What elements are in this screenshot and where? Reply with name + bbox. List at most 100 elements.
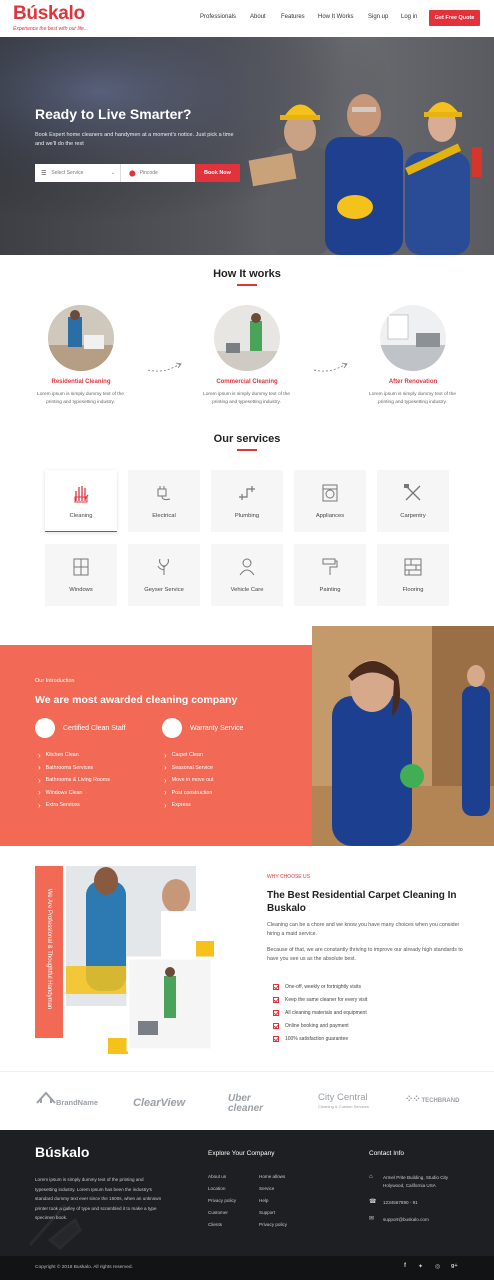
chevron-down-icon: ⌄	[110, 170, 115, 176]
footer-link[interactable]: Support	[259, 1210, 275, 1215]
list-icon: ☰	[41, 170, 47, 177]
service-vehicle-care[interactable]: Vehicle Care	[211, 544, 283, 606]
brand-logo: BrandName	[36, 1090, 98, 1109]
google-plus-icon[interactable]: g+	[451, 1263, 458, 1269]
title-underline	[237, 449, 257, 451]
service-select-label: Select Service	[51, 170, 84, 176]
service-label: Cleaning	[69, 512, 93, 519]
footer-link[interactable]: Customer	[208, 1210, 228, 1215]
why-image	[66, 866, 214, 1054]
nav-sign-up[interactable]: Sign up	[368, 14, 388, 20]
house-icon	[36, 1091, 56, 1104]
dots-icon: ⁘⁘	[405, 1094, 421, 1105]
footer-link[interactable]: Home allows	[259, 1174, 285, 1179]
footer-link[interactable]: Clients	[208, 1222, 222, 1227]
step-title: Commercial Cleaning	[216, 379, 278, 385]
location-pin-icon: ⬤	[129, 170, 136, 177]
brand-subtitle: Cleaning & Custom Services	[318, 1104, 369, 1109]
tagline: Experience the best with our life...	[13, 26, 89, 32]
intro-list-left: Kitchen Clean Bathrooms Services Bathroo…	[38, 749, 110, 812]
service-label: Appliances	[315, 513, 345, 519]
brand-logo: City Central	[318, 1092, 368, 1103]
hero-title: Ready to Live Smarter?	[35, 106, 192, 122]
why-title: The Best Residential Carpet Cleaning In …	[267, 890, 457, 914]
check-item: All cleaning materials and equipment	[273, 1006, 367, 1019]
services-title: Our services	[213, 433, 281, 445]
service-painting[interactable]: Painting	[294, 544, 366, 606]
step-image-renovation	[380, 305, 446, 371]
vertical-banner: We Are Professional & Thoughtful Handyma…	[35, 866, 63, 1038]
get-free-quote-button[interactable]: Get Free Quote	[429, 10, 480, 26]
list-item: Carpet Clean	[164, 749, 213, 762]
step-title: After Renovation	[388, 379, 438, 385]
checkbox-icon	[273, 1009, 279, 1016]
step-arrow-icon	[313, 362, 348, 372]
step-title: Residential Cleaning	[51, 379, 111, 385]
phone-icon: ☎	[369, 1199, 377, 1205]
floor-icon	[404, 558, 422, 576]
intro-section: Our Introduction We are most awarded cle…	[0, 645, 312, 846]
hero-section: Ready to Live Smarter? Book Expert home …	[0, 37, 494, 255]
instagram-icon[interactable]: ◎	[435, 1263, 440, 1270]
footer-address: Armel Prite Building, Studio City Holywo…	[383, 1175, 449, 1188]
step-desc: Lorem ipsum is simply dummy text of the …	[369, 392, 456, 405]
book-now-button[interactable]: Book Now	[195, 164, 240, 182]
service-label: Windows	[69, 587, 93, 593]
step-desc: Lorem ipsum is simply dummy text of the …	[37, 392, 124, 405]
service-label: Geyser Service	[144, 587, 184, 593]
service-appliances[interactable]: Appliances	[294, 470, 366, 532]
brand-logo: Uber cleaner	[228, 1093, 264, 1114]
service-cleaning[interactable]: Cleaning	[45, 470, 117, 532]
footer-explore-title: Explore Your Company	[208, 1150, 275, 1157]
service-carpentry[interactable]: Carpentry	[377, 470, 449, 532]
service-flooring[interactable]: Flooring	[377, 544, 449, 606]
service-label: Electrical	[152, 513, 176, 519]
nav-about[interactable]: About	[250, 14, 266, 20]
facebook-icon[interactable]: f	[404, 1263, 406, 1269]
footer-email[interactable]: support@buskalo.com	[383, 1217, 429, 1222]
service-electrical[interactable]: Electrical	[128, 470, 200, 532]
footer-link[interactable]: Privacy policy	[208, 1198, 236, 1203]
nav-how-it-works[interactable]: How It Works	[318, 14, 354, 20]
step-image-commercial	[214, 305, 280, 371]
brand-logo: ClearView	[133, 1097, 186, 1109]
site-header: Búskalo Experience the best with our lif…	[0, 0, 494, 37]
footer-phone: 1234567890 - 91	[383, 1200, 418, 1205]
list-item: Kitchen Clean	[38, 749, 110, 762]
warranty-icon	[162, 718, 182, 738]
footer-link[interactable]: About us	[208, 1174, 226, 1179]
service-plumbing[interactable]: Plumbing	[211, 470, 283, 532]
checkbox-icon	[273, 983, 279, 990]
why-paragraph-1: Cleaning can be a chore and we know you …	[267, 922, 460, 937]
service-label: Plumbing	[234, 513, 260, 519]
why-checklist: One-off, weekly or fortnightly visits Ke…	[273, 980, 367, 1045]
intro-eyebrow: Our Introduction	[35, 678, 75, 684]
step-arrow-icon	[147, 362, 182, 372]
footer-link[interactable]: Help	[259, 1198, 268, 1203]
check-item-label: 100% satisfaction guarantee	[285, 1035, 349, 1042]
badge-warranty: Warranty Service	[190, 725, 244, 732]
logo[interactable]: Búskalo	[13, 3, 85, 25]
checkbox-icon	[273, 996, 279, 1003]
email-icon: ✉	[369, 1216, 375, 1222]
footer-link[interactable]: Service	[259, 1186, 274, 1191]
service-windows[interactable]: Windows	[45, 544, 117, 606]
brand-name: TECHBRAND	[421, 1098, 460, 1104]
twitter-icon[interactable]: ✦	[418, 1263, 423, 1270]
footer-link[interactable]: Privacy policy	[259, 1222, 287, 1227]
check-item: 100% satisfaction guarantee	[273, 1032, 367, 1045]
why-eyebrow: WHY CHOOSE US	[267, 874, 310, 880]
service-select[interactable]: ☰ Select Service ⌄	[35, 164, 121, 182]
site-footer: Búskalo Lorem ipsum is simply dummy text…	[0, 1130, 494, 1256]
nav-log-in[interactable]: Log in	[401, 14, 417, 20]
nav-professionals[interactable]: Professionals	[200, 14, 236, 20]
window-icon	[73, 558, 89, 576]
brand-logo: ⁘⁘ TECHBRAND	[405, 1094, 459, 1105]
nav-features[interactable]: Features	[281, 14, 305, 20]
hero-subtitle: Book Expert home cleaners and handymen a…	[35, 132, 234, 147]
geyser-icon	[157, 558, 169, 575]
footer-link[interactable]: Location	[208, 1186, 225, 1191]
footer-logo[interactable]: Búskalo	[35, 1144, 89, 1160]
service-geyser[interactable]: Geyser Service	[128, 544, 200, 606]
washing-machine-icon	[322, 484, 338, 502]
